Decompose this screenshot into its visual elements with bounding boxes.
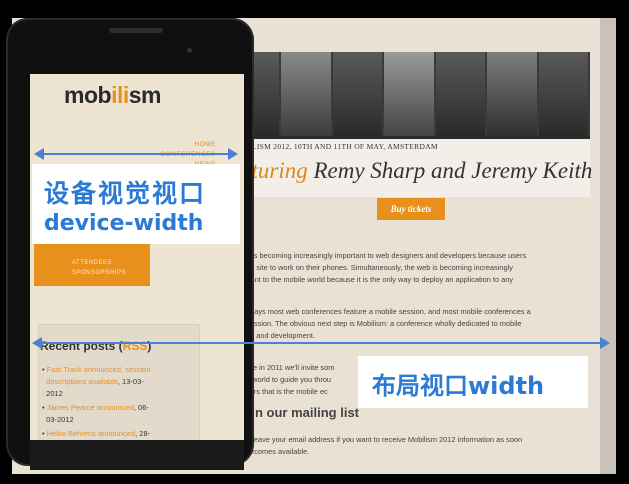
speaker-photo — [538, 52, 590, 136]
post-date: , 06- — [133, 403, 149, 412]
featuring-headline: aturing Remy Sharp and Jeremy Keith — [240, 158, 592, 184]
nav-item-conferences[interactable]: CONFERENCES — [161, 150, 216, 160]
nav-highlight-box: ATTENDEES SPONSORSHIPS — [34, 244, 150, 286]
logo-part: mob — [64, 82, 112, 108]
speaker-photo-banner — [230, 52, 590, 136]
list-item: • Fast Track announced, session descript… — [42, 365, 151, 398]
logo-part: ili — [111, 82, 129, 108]
layout-viewport-text: 布局视口width — [372, 372, 545, 400]
phone-camera — [187, 48, 192, 53]
device-viewport-label: 设备视觉视口 device-width — [32, 164, 240, 244]
text-line: rtant to the mobile world because it is … — [246, 275, 514, 284]
text-line: session. The obvious next step is Mobili… — [246, 319, 522, 328]
logo-part: sm — [128, 82, 162, 108]
text-line: t a site to work on their phones. Simult… — [246, 263, 513, 272]
list-item: • James Pearce announced, 06- 03-2012 — [42, 403, 149, 424]
conference-date-line: LISM 2012, 10TH AND 11TH OF MAY, AMSTERD… — [252, 142, 438, 151]
text-line: gn and development. — [246, 331, 316, 340]
post-link[interactable]: Heiko Behrens announced — [47, 429, 135, 438]
layout-width-arrow — [32, 337, 610, 349]
device-width-arrow — [34, 148, 238, 160]
post-link[interactable]: James Pearce announced — [47, 403, 134, 412]
layout-viewport-label: 布局视口width — [358, 356, 588, 408]
speaker-photo — [435, 52, 488, 136]
phone-bottom-bezel — [30, 440, 244, 470]
speaker-photo — [281, 52, 333, 136]
text-line: e is becoming increasingly important to … — [246, 251, 527, 260]
intro-paragraph: e is becoming increasingly important to … — [246, 250, 591, 286]
post-date: 03-2012 — [46, 415, 74, 424]
speakers-names: Remy Sharp and Jeremy Keith — [307, 158, 593, 183]
speaker-photo — [384, 52, 436, 136]
nav-item-sponsorships[interactable]: SPONSORSHIPS — [72, 270, 126, 276]
mailing-paragraph: e leave your email address if you want t… — [246, 434, 591, 458]
post-link[interactable]: descriptions available — [46, 377, 118, 386]
mobilism-logo: mobilism — [64, 82, 161, 109]
text-line: adays most web conferences feature a mob… — [246, 307, 531, 316]
post-date: , 28- — [135, 429, 151, 438]
phone-speaker — [109, 28, 163, 33]
page-edge-shadow — [600, 18, 616, 474]
buy-tickets-button[interactable]: Buy tickets — [377, 198, 445, 220]
post-date: , 13-03- — [117, 377, 144, 386]
device-width-text: device-width — [44, 211, 204, 236]
nav-item-home[interactable]: HOME — [161, 140, 216, 150]
nav-item-attendees[interactable]: ATTENDEES — [72, 260, 112, 266]
post-date: 2012 — [46, 389, 63, 398]
mailing-list-heading: n our mailing list — [255, 405, 360, 420]
list-item: • Heiko Behrens announced, 28- — [42, 429, 151, 438]
device-viewport-title: 设备视觉视口 — [44, 179, 207, 208]
speaker-photo — [332, 52, 385, 136]
speaker-photo — [487, 52, 539, 136]
conference-paragraph: adays most web conferences feature a mob… — [246, 306, 591, 342]
text-line: becomes available. — [246, 447, 310, 456]
post-link[interactable]: Fast Track announced, session — [47, 365, 151, 374]
screenshot-frame: LISM 2012, 10TH AND 11TH OF MAY, AMSTERD… — [0, 0, 629, 484]
phone-screen: mobilism HOME CONFERENCES NEWS ATTENDEES… — [30, 74, 244, 440]
text-line: e leave your email address if you want t… — [246, 435, 523, 444]
